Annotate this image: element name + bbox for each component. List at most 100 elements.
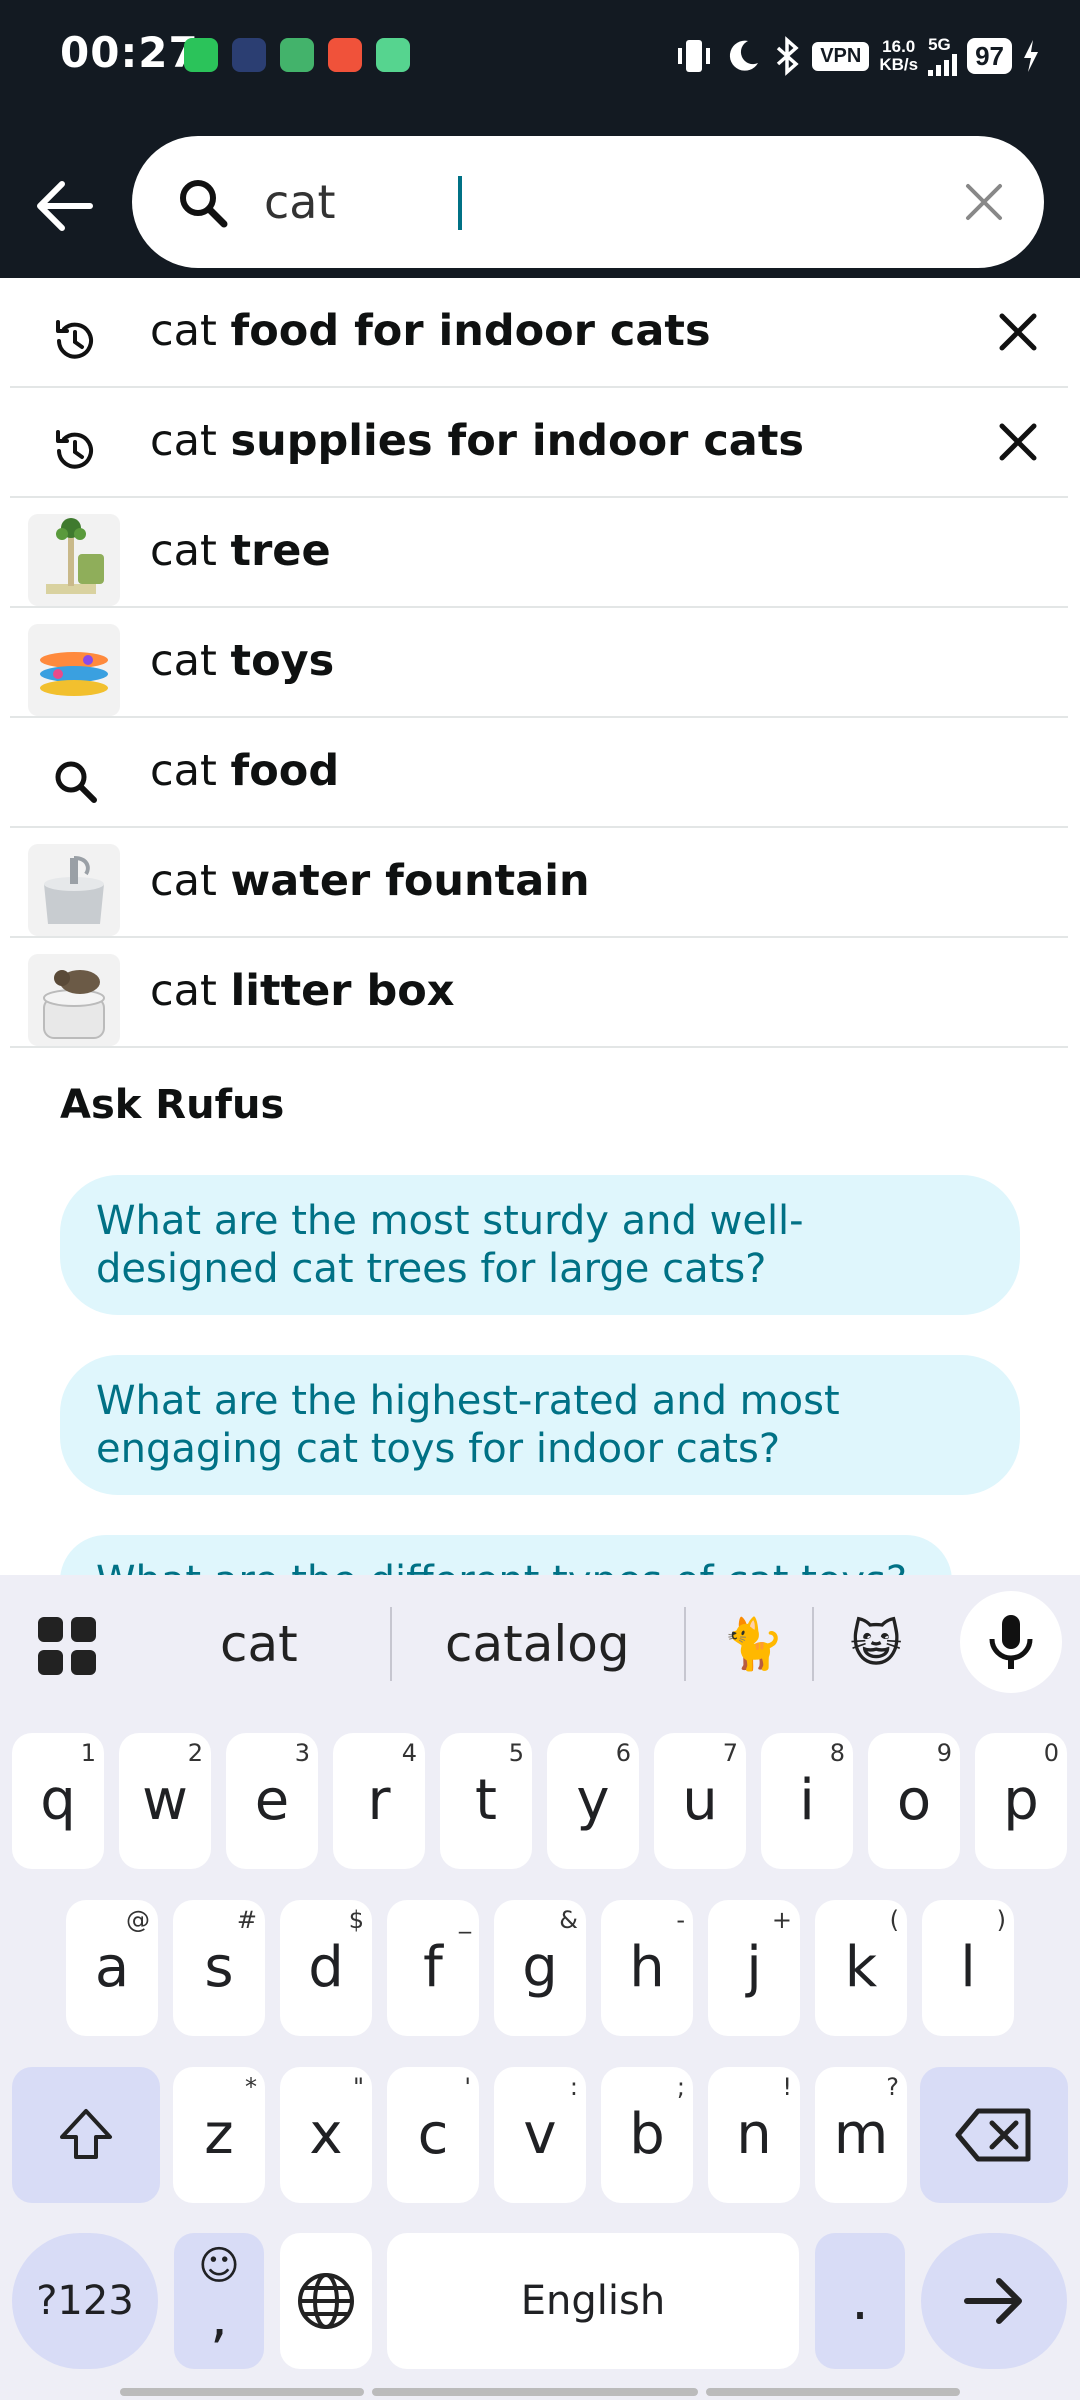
key-i[interactable]: i8 bbox=[761, 1733, 853, 1869]
backspace-key[interactable] bbox=[920, 2067, 1068, 2203]
key-label: g bbox=[522, 1935, 558, 2000]
emoji-suggestion[interactable]: 🐈 bbox=[722, 1615, 784, 1674]
key-label: w bbox=[142, 1768, 188, 1833]
key-label: ?123 bbox=[36, 2278, 134, 2324]
word-suggestion[interactable]: catalog bbox=[445, 1615, 630, 1673]
cellular-signal: 5G bbox=[928, 36, 958, 76]
key-u[interactable]: u7 bbox=[654, 1733, 746, 1869]
key-e[interactable]: e3 bbox=[226, 1733, 318, 1869]
key-y[interactable]: y6 bbox=[547, 1733, 639, 1869]
key-k[interactable]: k( bbox=[815, 1900, 907, 2036]
status-time: 00:27 bbox=[60, 28, 199, 77]
signal-bars-icon bbox=[928, 54, 958, 76]
key-secondary-label: : bbox=[569, 2073, 578, 2101]
key-label: v bbox=[523, 2102, 557, 2167]
key-label: d bbox=[308, 1935, 344, 2000]
voice-input-button[interactable] bbox=[960, 1591, 1062, 1693]
rufus-question-chip[interactable]: What are the most sturdy and well- desig… bbox=[60, 1175, 1020, 1315]
key-d[interactable]: d $ bbox=[280, 1900, 372, 2036]
key-j[interactable]: j + bbox=[708, 1900, 800, 2036]
key-z[interactable]: z * bbox=[173, 2067, 265, 2203]
key-t[interactable]: t5 bbox=[440, 1733, 532, 1869]
key-a[interactable]: a @ bbox=[66, 1900, 158, 2036]
charging-icon bbox=[1024, 40, 1038, 72]
suggestion-completion: tree bbox=[230, 526, 331, 576]
chip-text-line: What are the highest-rated and most bbox=[96, 1378, 840, 1424]
key-secondary-label: @ bbox=[126, 1906, 150, 1934]
language-key[interactable] bbox=[280, 2233, 372, 2369]
key-secondary-label: + bbox=[771, 1906, 792, 1934]
key-g[interactable]: g & bbox=[494, 1900, 586, 2036]
key-b[interactable]: b; bbox=[601, 2067, 693, 2203]
key-c[interactable]: c ' bbox=[387, 2067, 479, 2203]
remove-history-icon[interactable] bbox=[994, 308, 1042, 356]
key-label: a bbox=[94, 1935, 130, 2000]
symbols-key[interactable]: ?123 bbox=[12, 2233, 158, 2369]
apps-grid-icon[interactable] bbox=[36, 1615, 98, 1677]
key-label: m bbox=[833, 2102, 889, 2167]
comma-emoji-key[interactable]: , ☺ bbox=[174, 2233, 264, 2369]
suggestion-row[interactable]: cat water fountain bbox=[10, 830, 1068, 938]
key-secondary-label: # bbox=[236, 1906, 257, 1934]
key-m[interactable]: m? bbox=[815, 2067, 907, 2203]
key-n[interactable]: n! bbox=[708, 2067, 800, 2203]
word-suggestion[interactable]: cat bbox=[220, 1615, 298, 1673]
app-header: 00:27 VPN 16.0 KB/s 5G 97 cat bbox=[0, 0, 1080, 278]
key-l[interactable]: l) bbox=[922, 1900, 1014, 2036]
key-p[interactable]: p0 bbox=[975, 1733, 1067, 1869]
emoji-suggestion[interactable]: 😺 bbox=[850, 1615, 902, 1673]
record-app-notification-icon bbox=[328, 38, 362, 72]
cat-app-notification-icon bbox=[232, 38, 266, 72]
key-secondary-label: - bbox=[676, 1906, 685, 1934]
search-input[interactable]: cat bbox=[264, 170, 336, 234]
suggestion-prefix: cat bbox=[150, 856, 217, 906]
key-secondary-label: $ bbox=[348, 1906, 364, 1934]
key-x[interactable]: x " bbox=[280, 2067, 372, 2203]
wechat-notification-icon bbox=[184, 38, 218, 72]
suggestion-completion: toys bbox=[230, 636, 335, 686]
shift-key[interactable] bbox=[12, 2067, 160, 2203]
cat-tree-thumbnail bbox=[28, 514, 120, 606]
key-label: z bbox=[204, 2102, 234, 2167]
key-o[interactable]: o9 bbox=[868, 1733, 960, 1869]
key-secondary-label: 0 bbox=[1043, 1739, 1059, 1767]
key-secondary-label: ' bbox=[464, 2073, 471, 2101]
key-label: , bbox=[210, 2285, 228, 2350]
key-r[interactable]: r4 bbox=[333, 1733, 425, 1869]
suggestion-row[interactable]: cat food for indoor cats bbox=[10, 280, 1068, 388]
key-h[interactable]: h- bbox=[601, 1900, 693, 2036]
period-key[interactable]: . bbox=[815, 2233, 905, 2369]
search-bar[interactable]: cat bbox=[132, 136, 1044, 268]
key-secondary-label: 4 bbox=[401, 1739, 417, 1767]
suggestion-label: cat toys bbox=[150, 636, 334, 686]
key-w[interactable]: w2 bbox=[119, 1733, 211, 1869]
key-label: y bbox=[576, 1768, 610, 1833]
suggestion-prefix: cat bbox=[150, 526, 217, 576]
key-f[interactable]: f _ bbox=[387, 1900, 479, 2036]
clear-search-icon[interactable] bbox=[962, 180, 1006, 224]
suggestion-row[interactable]: cat supplies for indoor cats bbox=[10, 390, 1068, 498]
key-q[interactable]: q1 bbox=[12, 1733, 104, 1869]
key-s[interactable]: s # bbox=[173, 1900, 265, 2036]
remove-history-icon[interactable] bbox=[994, 418, 1042, 466]
key-v[interactable]: v: bbox=[494, 2067, 586, 2203]
suggestion-row[interactable]: cat litter box bbox=[10, 940, 1068, 1048]
space-key[interactable]: English bbox=[387, 2233, 799, 2369]
key-label: f bbox=[423, 1935, 443, 2000]
enter-key[interactable] bbox=[921, 2233, 1067, 2369]
suggestion-completion: food for indoor cats bbox=[230, 306, 711, 356]
key-secondary-label: 1 bbox=[80, 1739, 96, 1767]
key-label: o bbox=[896, 1768, 932, 1833]
leaf-app-notification-icon bbox=[280, 38, 314, 72]
key-secondary-label: 8 bbox=[829, 1739, 845, 1767]
system-icons: VPN 16.0 KB/s 5G 97 bbox=[674, 34, 1040, 78]
rufus-question-chip[interactable]: What are the highest-rated and most enga… bbox=[60, 1355, 1020, 1495]
back-arrow-icon[interactable] bbox=[30, 170, 102, 242]
suggestion-row[interactable]: cat toys bbox=[10, 610, 1068, 718]
search-icon bbox=[28, 734, 120, 826]
key-label: b bbox=[629, 2102, 665, 2167]
suggestion-label: cat litter box bbox=[150, 966, 455, 1016]
suggestion-row[interactable]: cat tree bbox=[10, 500, 1068, 608]
gesture-navigation-bar[interactable] bbox=[120, 2388, 960, 2396]
suggestion-row[interactable]: cat food bbox=[10, 720, 1068, 828]
